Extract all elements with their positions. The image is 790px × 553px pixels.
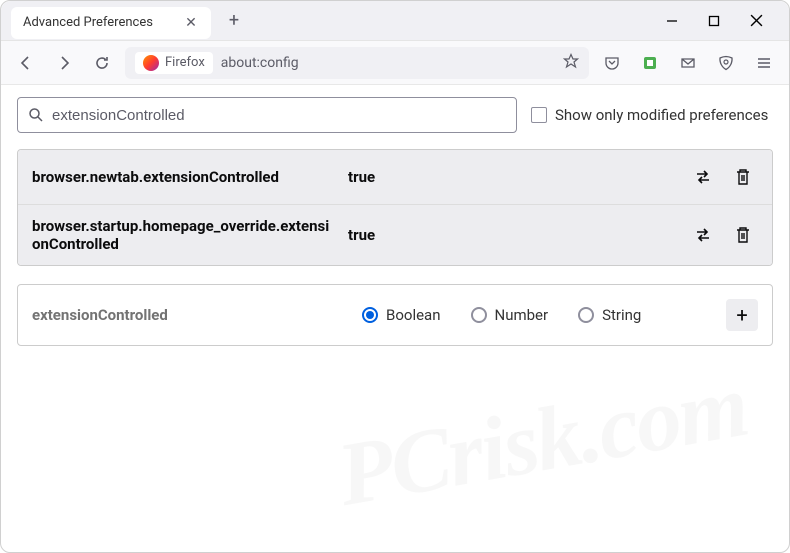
- radio-icon: [578, 307, 594, 323]
- toggle-button[interactable]: [688, 162, 718, 192]
- pocket-icon[interactable]: [597, 48, 627, 78]
- preference-row[interactable]: browser.startup.homepage_override.extens…: [18, 205, 772, 265]
- titlebar: Advanced Preferences ✕ +: [1, 1, 789, 41]
- app-menu-button[interactable]: [749, 48, 779, 78]
- extension-icon[interactable]: [635, 48, 665, 78]
- tab-title: Advanced Preferences: [23, 15, 183, 30]
- show-modified-checkbox[interactable]: Show only modified preferences: [531, 106, 768, 124]
- radio-label: Number: [495, 306, 549, 324]
- radio-icon: [471, 307, 487, 323]
- add-preference-row: extensionControlled Boolean Number Strin…: [17, 284, 773, 346]
- maximize-button[interactable]: [705, 12, 723, 30]
- preference-actions: [688, 162, 758, 192]
- browser-tab[interactable]: Advanced Preferences ✕: [11, 7, 211, 39]
- watermark-text: PCrisk.com: [331, 354, 755, 527]
- search-icon: [28, 107, 44, 123]
- shield-icon[interactable]: [711, 48, 741, 78]
- checkbox-label: Show only modified preferences: [555, 106, 768, 124]
- firefox-logo-icon: [143, 55, 159, 71]
- minimize-button[interactable]: [663, 12, 681, 30]
- preference-actions: [688, 220, 758, 250]
- checkbox-icon: [531, 107, 547, 123]
- back-button[interactable]: [11, 48, 41, 78]
- search-input[interactable]: [52, 107, 506, 124]
- preference-value: true: [348, 168, 672, 186]
- search-row: Show only modified preferences: [17, 97, 773, 133]
- preference-name: browser.startup.homepage_override.extens…: [32, 217, 332, 253]
- radio-label: Boolean: [386, 306, 441, 324]
- radio-icon: [362, 307, 378, 323]
- url-text[interactable]: about:config: [221, 55, 555, 71]
- preference-row[interactable]: browser.newtab.extensionControlled true: [18, 150, 772, 205]
- identity-box[interactable]: Firefox: [135, 52, 213, 74]
- delete-button[interactable]: [728, 220, 758, 250]
- delete-button[interactable]: [728, 162, 758, 192]
- radio-label: String: [602, 306, 641, 324]
- navigation-toolbar: Firefox about:config: [1, 41, 789, 85]
- close-tab-icon[interactable]: ✕: [183, 15, 199, 31]
- radio-boolean[interactable]: Boolean: [362, 306, 441, 324]
- window-controls: [663, 12, 785, 30]
- forward-button[interactable]: [49, 48, 79, 78]
- toggle-button[interactable]: [688, 220, 718, 250]
- type-radio-group: Boolean Number String: [362, 306, 641, 324]
- new-tab-button[interactable]: +: [219, 6, 249, 36]
- add-button[interactable]: +: [726, 299, 758, 331]
- radio-number[interactable]: Number: [471, 306, 549, 324]
- radio-string[interactable]: String: [578, 306, 641, 324]
- firefox-window: Advanced Preferences ✕ +: [0, 0, 790, 553]
- preference-search-box[interactable]: [17, 97, 517, 133]
- preference-list: browser.newtab.extensionControlled true …: [17, 149, 773, 266]
- reload-button[interactable]: [87, 48, 117, 78]
- url-bar[interactable]: Firefox about:config: [125, 47, 589, 79]
- close-window-button[interactable]: [747, 12, 765, 30]
- page-content: Show only modified preferences browser.n…: [1, 85, 789, 552]
- mail-icon[interactable]: [673, 48, 703, 78]
- bookmark-star-icon[interactable]: [563, 53, 579, 73]
- preference-name: browser.newtab.extensionControlled: [32, 168, 332, 186]
- identity-label: Firefox: [165, 55, 205, 70]
- add-preference-name: extensionControlled: [32, 306, 332, 324]
- preference-value: true: [348, 226, 672, 244]
